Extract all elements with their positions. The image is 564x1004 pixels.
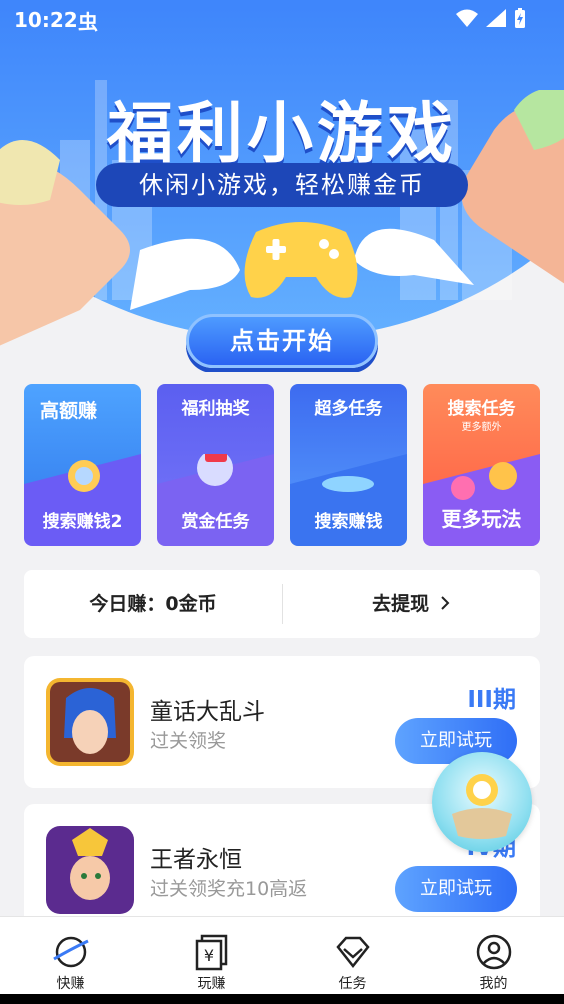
nav-item-quick-earn[interactable]: 快赚 xyxy=(0,917,141,995)
floating-reward-bubble[interactable] xyxy=(432,752,532,852)
game-desc: 过关领奖 xyxy=(150,730,227,752)
tile-label: 赏金任务 xyxy=(181,512,250,532)
battery-icon xyxy=(515,8,525,28)
tile-label: 更多玩法 xyxy=(441,507,522,531)
tile-label: 福利抽奖 xyxy=(181,399,250,419)
tile-lottery[interactable]: 福利抽奖 赏金任务 xyxy=(157,384,274,546)
system-bar xyxy=(0,994,564,1004)
tile-label: 超多任务 xyxy=(314,399,383,419)
tile-bottom-art xyxy=(290,454,407,546)
game-name: 童话大乱斗 xyxy=(150,699,265,725)
nav-item-play-earn[interactable]: ¥ 玩赚 xyxy=(141,917,282,995)
tile-high-earn[interactable]: 高额赚 搜索赚钱2 xyxy=(24,384,141,546)
start-button[interactable]: 点击开始 xyxy=(186,314,378,368)
status-app-icon: 虫 xyxy=(78,10,98,34)
bottom-nav: 快赚 ¥ 玩赚 任务 我的 xyxy=(0,916,564,994)
nav-item-mine[interactable]: 我的 xyxy=(423,917,564,995)
tile-label: 搜索赚钱 xyxy=(314,512,383,532)
profile-icon xyxy=(476,934,512,970)
tile-bottom-art xyxy=(24,454,141,546)
banner-title: 福利小游戏 xyxy=(107,95,457,172)
signal-icon xyxy=(486,9,506,27)
nav-label: 任务 xyxy=(338,976,367,992)
gamepad-icon xyxy=(244,222,358,298)
tile-search-tasks[interactable]: 搜索任务 更多额外 更多玩法 xyxy=(423,384,540,546)
withdraw-button[interactable]: 去提现 xyxy=(282,570,540,638)
game-name: 王者永恒 xyxy=(150,847,242,873)
nav-item-tasks[interactable]: 任务 xyxy=(282,917,423,995)
tile-label: 搜索赚钱2 xyxy=(42,512,123,532)
try-play-button[interactable]: 立即试玩 xyxy=(395,866,517,912)
game-period: III期 xyxy=(467,687,516,713)
banner-subtitle: 休闲小游戏，轻松赚金币 xyxy=(96,163,468,207)
game-icon xyxy=(46,678,134,766)
svg-text:¥: ¥ xyxy=(204,946,214,965)
status-bar: 10:22 虫 xyxy=(0,0,564,40)
planet-icon xyxy=(53,936,89,968)
money-card-icon: ¥ xyxy=(195,934,228,971)
tile-bottom-art xyxy=(157,454,274,546)
feature-tiles: 高额赚 搜索赚钱2 福利抽奖 赏金任务 超多任务 搜索赚钱 搜索任务 更多额外 … xyxy=(24,384,540,546)
diamond-icon xyxy=(336,936,370,969)
withdraw-label: 去提现 xyxy=(372,593,430,615)
tile-bottom-art xyxy=(423,454,540,546)
nav-label: 我的 xyxy=(479,976,508,992)
today-earnings: 今日赚：0金币 xyxy=(89,593,217,615)
tile-sublabel: 更多额外 xyxy=(461,422,502,433)
earnings-card: 今日赚：0金币 去提现 xyxy=(24,570,540,638)
tile-label: 搜索任务 xyxy=(447,399,516,419)
chevron-right-icon xyxy=(440,570,450,638)
magnifier-icon xyxy=(452,774,512,839)
wifi-icon xyxy=(456,9,478,27)
game-icon xyxy=(46,826,134,914)
nav-label: 快赚 xyxy=(56,976,85,992)
tile-many-tasks[interactable]: 超多任务 搜索赚钱 xyxy=(290,384,407,546)
status-time: 10:22 xyxy=(14,8,78,32)
game-desc: 过关领奖充10高返 xyxy=(150,878,308,900)
banner: 福利小游戏 休闲小游戏，轻松赚金币 点击开始 xyxy=(0,0,564,372)
status-icons xyxy=(456,8,526,28)
tile-label: 高额赚 xyxy=(40,400,98,422)
nav-label: 玩赚 xyxy=(197,976,226,992)
